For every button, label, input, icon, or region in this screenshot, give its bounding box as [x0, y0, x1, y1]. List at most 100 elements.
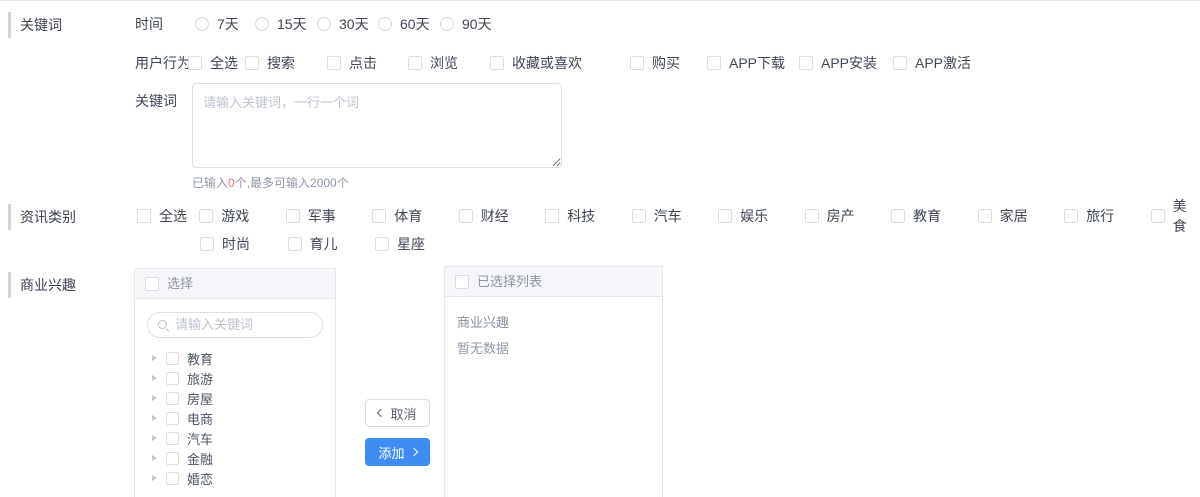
checkbox-app-install-behavior[interactable]: APP安装: [799, 53, 893, 73]
checkbox-app-download-behavior[interactable]: APP下载: [707, 53, 799, 73]
checkbox-news-realestate[interactable]: 房产: [804, 206, 891, 226]
tree-item-ecommerce[interactable]: 电商: [135, 408, 335, 428]
chevron-left-icon: [377, 408, 386, 418]
checkbox-news-home[interactable]: 家居: [977, 206, 1064, 226]
keyword-counter: 已输入0个,最多可输入2000个: [192, 176, 349, 190]
news-category-row-2: 时尚 育儿 星座: [200, 234, 425, 254]
checkbox-icon: [718, 209, 733, 223]
caret-right-icon[interactable]: [152, 375, 157, 381]
checkbox-icon: [188, 56, 202, 70]
audience-targeting-form: 关键词 时间 7天 15天 30天 60天 90天 用户行为 全选 搜索 点击 …: [0, 0, 1200, 497]
search-placeholder-text: 请输入关键词: [175, 317, 254, 332]
checkbox-icon[interactable]: [166, 411, 179, 425]
caret-right-icon[interactable]: [152, 455, 157, 461]
tree-item-auto[interactable]: 汽车: [135, 428, 335, 448]
news-category-row-1: 全选 游戏 军事 体育 财经 科技 汽车 娱乐 房产 教育 家居 旅行 美食: [137, 198, 1200, 234]
checkbox-icon: [137, 209, 151, 223]
checkbox-icon: [545, 209, 560, 223]
checkbox-news-auto[interactable]: 汽车: [631, 206, 718, 226]
radio-option-90d[interactable]: 90天: [440, 14, 492, 34]
radio-option-15d[interactable]: 15天: [255, 14, 317, 34]
tree-item-housing[interactable]: 房屋: [135, 388, 335, 408]
checkbox-news-finance[interactable]: 财经: [458, 206, 545, 226]
checkbox-news-food[interactable]: 美食: [1150, 196, 1200, 236]
checkbox-icon: [804, 209, 819, 223]
checkbox-icon[interactable]: [166, 451, 179, 465]
selected-panel-header: 已选择列表: [445, 267, 662, 297]
radio-option-30d[interactable]: 30天: [317, 14, 378, 34]
radio-icon: [195, 17, 209, 31]
section-marker-bar: [8, 204, 11, 230]
radio-icon: [378, 17, 392, 31]
keyword-count-value: 0: [228, 176, 235, 190]
radio-icon: [255, 17, 269, 31]
checkbox-select-all-behavior[interactable]: 全选: [188, 53, 245, 73]
checkbox-search-behavior[interactable]: 搜索: [245, 53, 327, 73]
caret-right-icon[interactable]: [152, 395, 157, 401]
tree-item-education[interactable]: 教育: [135, 348, 335, 368]
checkbox-news-military[interactable]: 军事: [285, 206, 372, 226]
checkbox-icon[interactable]: [166, 391, 179, 405]
interest-search-input[interactable]: 请输入关键词: [147, 312, 323, 338]
chevron-right-icon: [409, 447, 418, 457]
checkbox-news-sports[interactable]: 体育: [372, 206, 458, 226]
checkbox-icon[interactable]: [166, 371, 179, 385]
caret-right-icon[interactable]: [152, 435, 157, 441]
add-button[interactable]: 添加: [365, 438, 430, 466]
selected-group-title: 商业兴趣: [457, 315, 510, 330]
caret-right-icon[interactable]: [152, 355, 157, 361]
interest-source-panel: 选择 请输入关键词 教育 旅游 房屋 电商 汽车 金融 婚恋: [134, 268, 336, 497]
keyword-textarea[interactable]: [192, 83, 562, 168]
checkbox-news-education[interactable]: 教育: [891, 206, 977, 226]
empty-data-text: 暂无数据: [457, 341, 510, 356]
checkbox-icon: [372, 209, 387, 223]
search-icon: [158, 319, 169, 331]
keyword-input-label: 关键词: [135, 93, 177, 109]
checkbox-news-travel[interactable]: 旅行: [1064, 206, 1150, 226]
checkbox-icon: [285, 209, 300, 223]
tree-item-finance[interactable]: 金融: [135, 448, 335, 468]
cancel-button[interactable]: 取消: [365, 399, 430, 427]
checkbox-app-activate-behavior[interactable]: APP激活: [893, 53, 971, 73]
time-row-label: 时间: [135, 16, 163, 32]
checkbox-news-tech[interactable]: 科技: [545, 206, 631, 226]
selected-panel-body: 商业兴趣 暂无数据: [445, 297, 662, 367]
checkbox-favorite-behavior[interactable]: 收藏或喜欢: [490, 53, 630, 73]
checkbox-icon: [327, 56, 341, 70]
checkbox-news-entertainment[interactable]: 娱乐: [718, 206, 804, 226]
checkbox-browse-behavior[interactable]: 浏览: [408, 53, 490, 73]
checkbox-icon: [799, 56, 813, 70]
checkbox-icon: [287, 237, 302, 251]
checkbox-icon: [408, 56, 422, 70]
interest-tree: 教育 旅游 房屋 电商 汽车 金融 婚恋: [135, 348, 335, 488]
checkbox-select-all-interests[interactable]: 选择: [145, 274, 193, 294]
checkbox-icon[interactable]: [166, 431, 179, 445]
checkbox-news-fashion[interactable]: 时尚: [200, 234, 288, 254]
section-marker-bar: [8, 12, 11, 38]
source-panel-header: 选择: [135, 269, 335, 299]
checkbox-icon: [977, 209, 992, 223]
radio-option-60d[interactable]: 60天: [378, 14, 440, 34]
radio-option-7d[interactable]: 7天: [195, 14, 255, 34]
checkbox-click-behavior[interactable]: 点击: [327, 53, 408, 73]
checkbox-icon: [245, 56, 259, 70]
checkbox-icon: [891, 209, 906, 223]
tree-item-marriage[interactable]: 婚恋: [135, 468, 335, 488]
tree-item-travel[interactable]: 旅游: [135, 368, 335, 388]
checkbox-icon: [490, 56, 504, 70]
checkbox-news-game[interactable]: 游戏: [199, 206, 285, 226]
checkbox-icon: [707, 56, 721, 70]
checkbox-icon: [200, 237, 214, 251]
checkbox-icon[interactable]: [166, 471, 179, 485]
checkbox-icon: [375, 237, 389, 251]
behavior-checkbox-group: 全选 搜索 点击 浏览 收藏或喜欢 购买 APP下载 APP安装 APP激活: [188, 53, 971, 73]
checkbox-purchase-behavior[interactable]: 购买: [630, 53, 707, 73]
caret-right-icon[interactable]: [152, 415, 157, 421]
checkbox-news-horoscope[interactable]: 星座: [375, 234, 425, 254]
checkbox-icon[interactable]: [166, 351, 179, 365]
checkbox-selected-list[interactable]: 已选择列表: [455, 272, 542, 292]
checkbox-news-parenting[interactable]: 育儿: [287, 234, 376, 254]
time-radio-group: 7天 15天 30天 60天 90天: [195, 14, 492, 34]
checkbox-news-select-all[interactable]: 全选: [137, 206, 199, 226]
caret-right-icon[interactable]: [152, 475, 157, 481]
